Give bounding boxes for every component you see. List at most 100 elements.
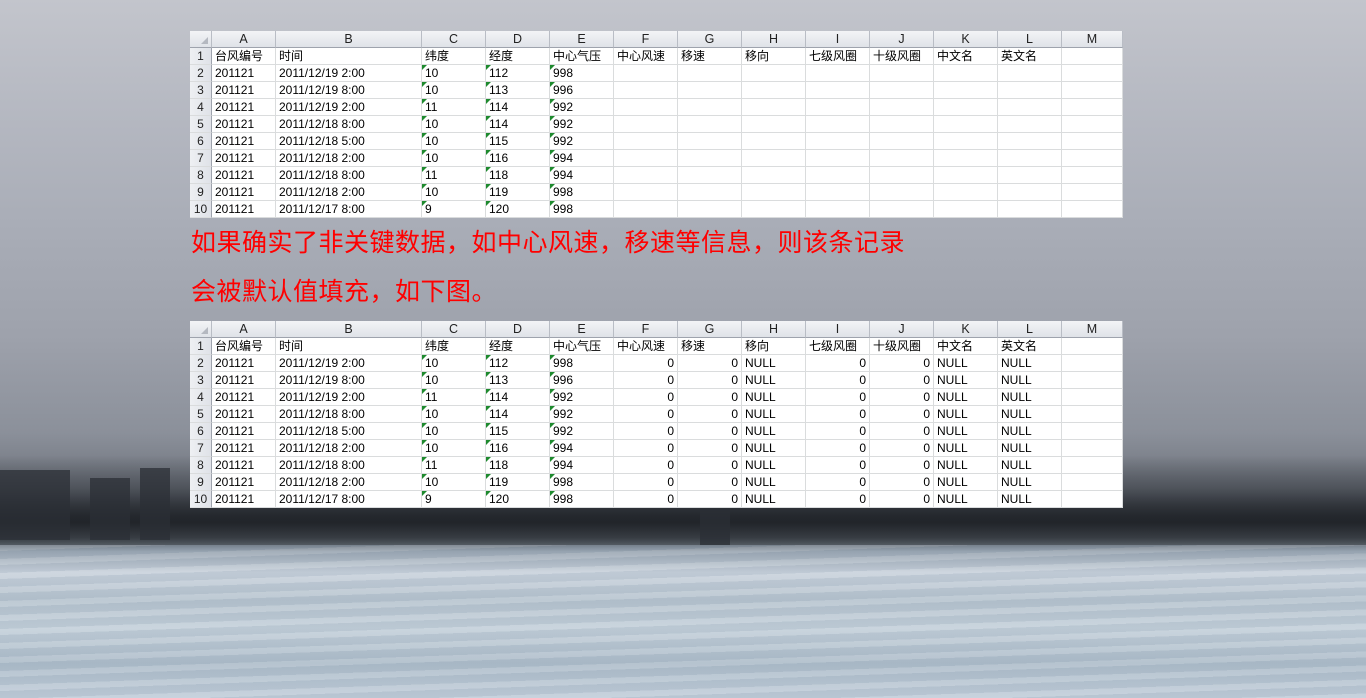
table-cell[interactable]: [806, 184, 870, 201]
table-cell[interactable]: 9: [422, 491, 486, 508]
table-cell[interactable]: 2011/12/19 2:00: [276, 65, 422, 82]
table-cell[interactable]: 119: [486, 184, 550, 201]
table-cell[interactable]: NULL: [934, 355, 998, 372]
table-cell[interactable]: 201121: [212, 355, 276, 372]
table-cell[interactable]: 0: [678, 457, 742, 474]
table-cell[interactable]: [998, 150, 1062, 167]
table-cell[interactable]: [998, 82, 1062, 99]
field-header-cell[interactable]: [1062, 338, 1123, 355]
table-cell[interactable]: NULL: [998, 406, 1062, 423]
table-cell[interactable]: [678, 133, 742, 150]
table-cell[interactable]: 116: [486, 150, 550, 167]
column-header-e[interactable]: E: [550, 321, 614, 338]
column-header-b[interactable]: B: [276, 321, 422, 338]
column-header-i[interactable]: I: [806, 31, 870, 48]
column-header-m[interactable]: M: [1062, 31, 1123, 48]
table-cell[interactable]: NULL: [998, 457, 1062, 474]
table-cell[interactable]: [806, 167, 870, 184]
table-cell[interactable]: NULL: [934, 389, 998, 406]
table-cell[interactable]: 115: [486, 133, 550, 150]
field-header-cell[interactable]: 七级风圈: [806, 48, 870, 65]
table-cell[interactable]: 0: [870, 491, 934, 508]
table-cell[interactable]: 998: [550, 65, 614, 82]
column-header-f[interactable]: F: [614, 321, 678, 338]
table-cell[interactable]: 201121: [212, 65, 276, 82]
select-all-corner[interactable]: [190, 31, 212, 48]
table-cell[interactable]: 10: [422, 133, 486, 150]
row-header-1[interactable]: 1: [190, 338, 212, 355]
table-cell[interactable]: [806, 82, 870, 99]
table-cell[interactable]: 2011/12/17 8:00: [276, 491, 422, 508]
table-cell[interactable]: [678, 82, 742, 99]
table-cell[interactable]: NULL: [742, 389, 806, 406]
table-cell[interactable]: 992: [550, 99, 614, 116]
table-cell[interactable]: 2011/12/18 2:00: [276, 474, 422, 491]
table-cell[interactable]: NULL: [998, 440, 1062, 457]
table-cell[interactable]: 9: [422, 201, 486, 218]
table-cell[interactable]: [742, 82, 806, 99]
table-cell[interactable]: 2011/12/18 5:00: [276, 133, 422, 150]
table-cell[interactable]: NULL: [998, 372, 1062, 389]
table-cell[interactable]: 0: [614, 440, 678, 457]
column-header-k[interactable]: K: [934, 31, 998, 48]
table-cell[interactable]: [1062, 355, 1123, 372]
table-cell[interactable]: NULL: [998, 474, 1062, 491]
column-header-k[interactable]: K: [934, 321, 998, 338]
table-cell[interactable]: 120: [486, 201, 550, 218]
table-cell[interactable]: [742, 99, 806, 116]
table-cell[interactable]: 116: [486, 440, 550, 457]
table-cell[interactable]: 201121: [212, 440, 276, 457]
table-cell[interactable]: [614, 184, 678, 201]
table-cell[interactable]: 201121: [212, 82, 276, 99]
table-cell[interactable]: 992: [550, 133, 614, 150]
table-cell[interactable]: [806, 65, 870, 82]
column-header-j[interactable]: J: [870, 321, 934, 338]
table-cell[interactable]: [614, 201, 678, 218]
table-cell[interactable]: [1062, 167, 1123, 184]
table-cell[interactable]: [1062, 65, 1123, 82]
table-cell[interactable]: [806, 116, 870, 133]
table-cell[interactable]: 201121: [212, 457, 276, 474]
table-cell[interactable]: 0: [870, 440, 934, 457]
table-cell[interactable]: [870, 167, 934, 184]
table-cell[interactable]: 0: [870, 457, 934, 474]
table-cell[interactable]: [742, 150, 806, 167]
table-cell[interactable]: [742, 201, 806, 218]
table-cell[interactable]: 998: [550, 491, 614, 508]
table-cell[interactable]: 201121: [212, 201, 276, 218]
table-cell[interactable]: 0: [614, 457, 678, 474]
table-cell[interactable]: 114: [486, 116, 550, 133]
row-header[interactable]: 9: [190, 474, 212, 491]
table-cell[interactable]: 0: [806, 406, 870, 423]
column-header-a[interactable]: A: [212, 31, 276, 48]
row-header[interactable]: 4: [190, 99, 212, 116]
table-cell[interactable]: 0: [678, 355, 742, 372]
field-header-cell[interactable]: 十级风圈: [870, 338, 934, 355]
table-cell[interactable]: [806, 150, 870, 167]
table-cell[interactable]: 114: [486, 406, 550, 423]
field-header-cell[interactable]: 中文名: [934, 338, 998, 355]
table-cell[interactable]: 0: [678, 491, 742, 508]
table-cell[interactable]: [870, 116, 934, 133]
table-cell[interactable]: 115: [486, 423, 550, 440]
table-cell[interactable]: [998, 65, 1062, 82]
table-cell[interactable]: [1062, 99, 1123, 116]
table-cell[interactable]: 994: [550, 440, 614, 457]
table-cell[interactable]: [1062, 82, 1123, 99]
row-header[interactable]: 8: [190, 167, 212, 184]
field-header-cell[interactable]: 经度: [486, 338, 550, 355]
row-header[interactable]: 6: [190, 133, 212, 150]
table-cell[interactable]: 114: [486, 99, 550, 116]
table-cell[interactable]: 10: [422, 440, 486, 457]
table-cell[interactable]: 118: [486, 167, 550, 184]
table-cell[interactable]: 0: [806, 474, 870, 491]
table-cell[interactable]: NULL: [742, 372, 806, 389]
table-cell[interactable]: 201121: [212, 406, 276, 423]
column-header-h[interactable]: H: [742, 321, 806, 338]
row-header[interactable]: 6: [190, 423, 212, 440]
column-header-l[interactable]: L: [998, 321, 1062, 338]
column-header-a[interactable]: A: [212, 321, 276, 338]
table-cell[interactable]: 201121: [212, 167, 276, 184]
column-header-c[interactable]: C: [422, 31, 486, 48]
table-cell[interactable]: NULL: [742, 355, 806, 372]
